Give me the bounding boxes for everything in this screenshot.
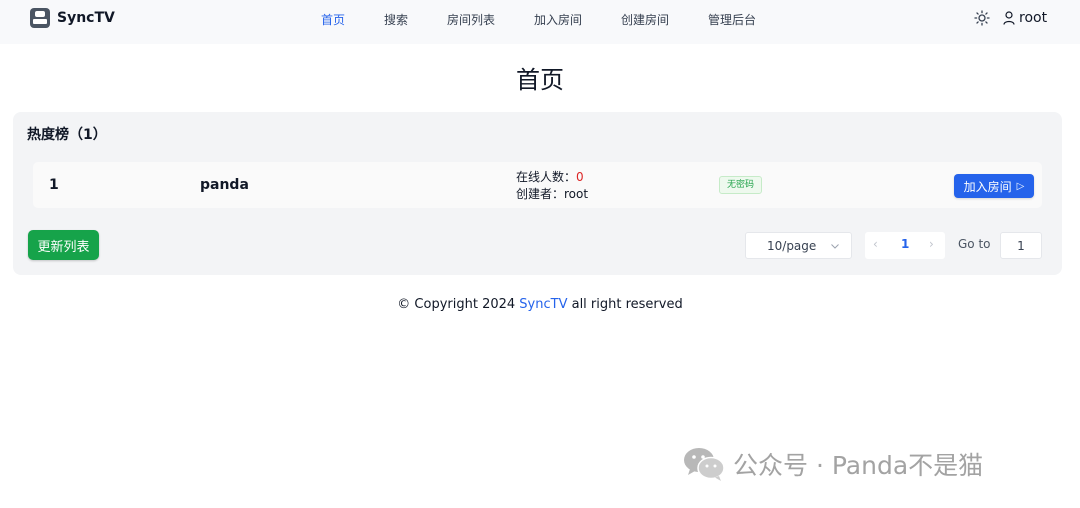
goto-label: Go to — [958, 237, 991, 251]
wechat-icon — [684, 448, 725, 481]
creator-label: 创建者： — [516, 187, 565, 201]
top-navbar: SyncTV 首页 搜索 房间列表 加入房间 创建房间 管理后台 root — [0, 0, 1080, 44]
watermark: 公众号 · Panda不是猫 — [683, 446, 983, 482]
nav-item-create-room[interactable]: 创建房间 — [621, 11, 669, 28]
current-page[interactable]: 1 — [901, 237, 909, 251]
chevron-down-icon — [831, 244, 839, 249]
room-rank: 1 — [49, 177, 59, 193]
next-page-icon[interactable]: › — [929, 237, 934, 251]
footer-copyright: © Copyright 2024 SyncTV all right reserv… — [0, 297, 1080, 312]
copyright-prefix: © Copyright 2024 — [397, 297, 520, 312]
nav-item-admin[interactable]: 管理后台 — [708, 11, 756, 28]
room-row: 1 panda 在线人数：0 创建者：root 无密码 加入房间 ▷ — [33, 162, 1042, 208]
app-name: SyncTV — [57, 10, 115, 26]
watermark-text: 公众号 · Panda不是猫 — [733, 451, 984, 480]
room-info: 在线人数：0 创建者：root — [516, 169, 588, 203]
nav-item-search[interactable]: 搜索 — [384, 11, 408, 28]
copyright-suffix: all right reserved — [567, 297, 683, 312]
page-size-select[interactable]: 10/page — [745, 232, 852, 259]
page-size-value: 10/page — [767, 239, 817, 253]
nav-item-home[interactable]: 首页 — [321, 11, 345, 28]
sun-icon[interactable] — [974, 10, 990, 26]
no-password-badge: 无密码 — [719, 176, 763, 194]
online-count: 0 — [576, 170, 584, 184]
hot-list-title: 热度榜（1） — [27, 127, 107, 143]
room-name: panda — [200, 177, 249, 193]
user-icon — [1003, 11, 1015, 25]
online-label: 在线人数： — [516, 170, 577, 184]
join-room-label: 加入房间 — [963, 179, 1012, 194]
page-title: 首页 — [516, 66, 564, 94]
prev-page-icon[interactable]: ‹ — [873, 237, 878, 251]
creator-name: root — [564, 187, 589, 201]
join-room-button[interactable]: 加入房间 ▷ — [954, 174, 1034, 198]
goto-page-input[interactable] — [1000, 232, 1042, 259]
online-info: 在线人数：0 — [516, 169, 588, 186]
app-logo[interactable]: SyncTV — [30, 8, 115, 28]
logo-icon — [30, 8, 50, 28]
footer-brand-link[interactable]: SyncTV — [519, 297, 567, 312]
creator-info: 创建者：root — [516, 186, 588, 203]
hot-list-card: 热度榜（1） 1 panda 在线人数：0 创建者：root 无密码 加入房间 … — [13, 112, 1062, 275]
nav-item-join-room[interactable]: 加入房间 — [534, 11, 582, 28]
username: root — [1019, 10, 1048, 26]
refresh-list-button[interactable]: 更新列表 — [28, 230, 99, 260]
user-menu[interactable]: root — [1003, 10, 1047, 26]
nav-item-room-list[interactable]: 房间列表 — [447, 11, 495, 28]
pagination: ‹ 1 › — [865, 232, 945, 259]
play-arrow-icon: ▷ — [1016, 180, 1025, 192]
